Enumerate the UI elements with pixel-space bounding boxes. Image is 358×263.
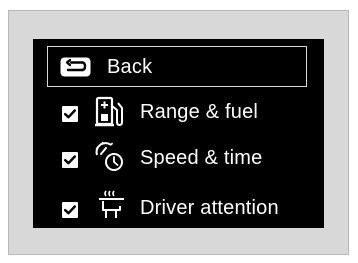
menu-item-label: Driver attention — [140, 197, 279, 219]
checkbox-speed-time[interactable] — [62, 152, 78, 168]
fuel-pump-icon — [95, 96, 123, 127]
return-arrow-icon — [60, 57, 91, 77]
menu-item-speed-time[interactable]: Speed & time — [33, 139, 324, 179]
back-button[interactable]: Back — [47, 46, 307, 87]
checkmark-icon — [64, 205, 76, 215]
menu-item-label: Range & fuel — [140, 101, 259, 123]
speed-clock-icon — [95, 141, 123, 171]
checkmark-icon — [64, 155, 76, 165]
settings-screen: Back Range & fuel Speed & time Driver at… — [33, 39, 324, 228]
checkmark-icon — [64, 109, 76, 119]
seat-heat-icon — [99, 190, 124, 218]
menu-item-driver-attention[interactable]: Driver attention — [33, 187, 324, 227]
checkbox-driver-attention[interactable] — [62, 202, 78, 218]
menu-item-range-fuel[interactable]: Range & fuel — [33, 92, 324, 132]
checkbox-range-fuel[interactable] — [62, 106, 78, 122]
back-label: Back — [107, 56, 153, 78]
menu-item-label: Speed & time — [140, 147, 263, 169]
